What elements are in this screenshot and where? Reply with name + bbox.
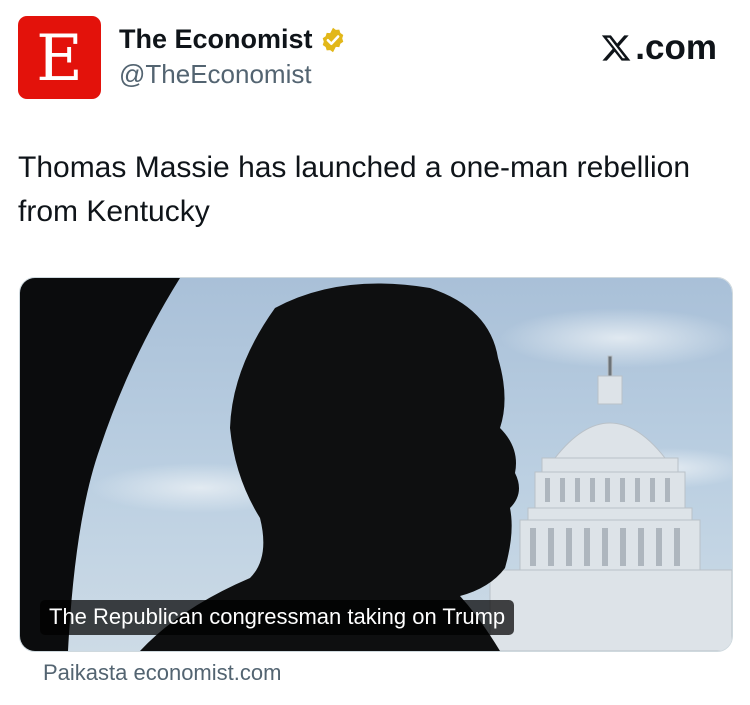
verified-badge-icon [322, 27, 343, 53]
x-brand-text: .com [635, 28, 717, 67]
card-image [20, 278, 732, 651]
card-source-link[interactable]: Paikasta economist.com [43, 660, 281, 686]
display-name[interactable]: The Economist [119, 24, 313, 55]
x-brand: .com [599, 28, 717, 68]
account-handle[interactable]: @TheEconomist [119, 59, 312, 90]
link-card[interactable]: The Republican congressman taking on Tru… [19, 277, 733, 652]
avatar-logo-letter: E [36, 21, 83, 96]
tweet-text: Thomas Massie has launched a one-man reb… [18, 151, 691, 228]
name-row: The Economist [119, 24, 347, 55]
avatar[interactable]: E [18, 16, 101, 99]
x-logo-icon [602, 35, 631, 61]
card-caption: The Republican congressman taking on Tru… [40, 600, 515, 635]
